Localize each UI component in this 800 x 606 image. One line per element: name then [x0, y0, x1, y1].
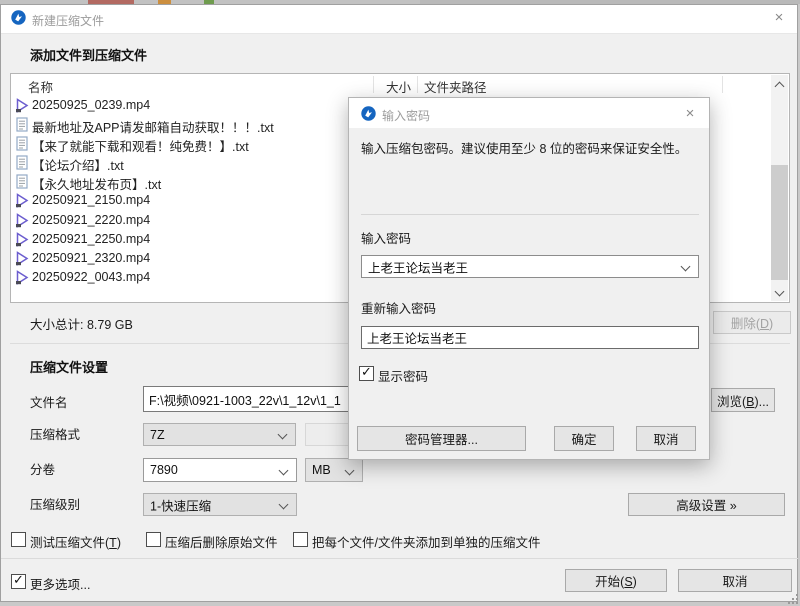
- volume-label: 分卷: [30, 463, 56, 477]
- total-size-label: 大小总计: 8.79 GB: [30, 318, 133, 332]
- video-file-icon: [16, 251, 29, 266]
- dialog-close-icon[interactable]: ×: [677, 103, 703, 125]
- file-row[interactable]: 20250921_2250.mp4: [11, 230, 356, 249]
- volume-size-combobox[interactable]: 7890: [143, 458, 297, 482]
- delete-after-checkbox[interactable]: [146, 532, 161, 547]
- column-divider[interactable]: [722, 76, 723, 93]
- chevron-down-icon: [344, 465, 355, 476]
- vertical-scrollbar[interactable]: [771, 75, 788, 301]
- password-dialog: 输入密码 × 输入压缩包密码。建议使用至少 8 位的密码来保证安全性。 输入密码…: [348, 97, 710, 460]
- video-file-icon: [16, 98, 29, 113]
- section-add-files: 添加文件到压缩文件: [30, 48, 148, 63]
- column-divider[interactable]: [417, 76, 418, 93]
- file-row[interactable]: 20250921_2150.mp4: [11, 191, 356, 210]
- video-file-icon: [16, 213, 29, 228]
- dialog-message: 输入压缩包密码。建议使用至少 8 位的密码来保证安全性。: [361, 142, 688, 156]
- dialog-title: 输入密码: [382, 109, 431, 123]
- check-icon: ✓: [361, 364, 372, 379]
- file-row[interactable]: 【论坛介绍】.txt: [11, 153, 356, 173]
- scroll-down-icon: [774, 286, 785, 297]
- video-file-icon: [16, 193, 29, 208]
- confirm-password-label: 重新输入密码: [361, 302, 437, 316]
- check-icon: ✓: [13, 572, 24, 587]
- file-row[interactable]: 【永久地址发布页】.txt: [11, 172, 356, 192]
- format-label: 压缩格式: [30, 428, 81, 442]
- section-archive-settings: 压缩文件设置: [30, 360, 109, 375]
- video-file-icon: [16, 232, 29, 247]
- delete-after-label: 压缩后删除原始文件: [165, 536, 278, 550]
- main-cancel-button[interactable]: 取消: [678, 569, 792, 592]
- more-options-checkbox[interactable]: ✓: [11, 572, 26, 589]
- text-file-icon: [16, 136, 28, 151]
- show-password-checkbox[interactable]: ✓: [359, 364, 374, 381]
- start-button[interactable]: 开始(S): [565, 569, 667, 592]
- file-row[interactable]: 【来了就能下载和观看！纯免费！】.txt: [11, 134, 356, 154]
- column-header-name[interactable]: 名称: [28, 77, 53, 96]
- footer-divider: [1, 558, 798, 559]
- file-row[interactable]: 20250925_0239.mp4: [11, 96, 356, 115]
- app-icon: [11, 10, 26, 25]
- scroll-up-button[interactable]: [771, 75, 788, 92]
- chevron-down-icon: [278, 465, 289, 476]
- file-row[interactable]: 20250921_2220.mp4: [11, 211, 356, 230]
- separate-archives-label: 把每个文件/文件夹添加到单独的压缩文件: [312, 536, 541, 550]
- dialog-app-icon: [361, 106, 376, 121]
- window-close-icon[interactable]: ×: [766, 7, 792, 29]
- text-file-icon: [16, 174, 28, 189]
- file-row[interactable]: 最新地址及APP请发邮箱自动获取！！！.txt: [11, 115, 356, 135]
- chevron-down-icon: [680, 261, 691, 272]
- text-file-icon: [16, 117, 28, 132]
- dialog-cancel-button[interactable]: 取消: [636, 426, 696, 451]
- password-combobox[interactable]: 上老王论坛当老王: [361, 255, 699, 278]
- file-row[interactable]: 20250922_0043.mp4: [11, 268, 356, 287]
- level-label: 压缩级别: [30, 498, 81, 512]
- password-manager-button[interactable]: 密码管理器...: [357, 426, 526, 451]
- chevron-down-icon: [278, 499, 289, 510]
- screen: 新建压缩文件 × 添加文件到压缩文件 名称 大小 文件夹路径 20250925_…: [0, 0, 800, 606]
- ok-button[interactable]: 确定: [554, 426, 614, 451]
- advanced-settings-button[interactable]: 高级设置 »: [628, 493, 785, 516]
- show-password-label: 显示密码: [378, 370, 429, 384]
- test-archive-label: 测试压缩文件(T): [30, 536, 121, 550]
- filename-label: 文件名: [30, 396, 68, 410]
- window-title: 新建压缩文件: [32, 14, 105, 28]
- titlebar-divider: [1, 33, 797, 34]
- column-header-path[interactable]: 文件夹路径: [424, 77, 487, 96]
- column-header-size[interactable]: 大小: [377, 77, 411, 96]
- browse-button[interactable]: 浏览(B)...: [711, 388, 775, 412]
- titlebar: [1, 5, 797, 33]
- text-file-icon: [16, 155, 28, 170]
- column-divider[interactable]: [373, 76, 374, 93]
- scroll-down-button[interactable]: [771, 284, 788, 301]
- chevron-down-icon: [277, 429, 288, 440]
- volume-unit-select[interactable]: MB: [305, 458, 363, 482]
- dialog-divider: [361, 214, 699, 215]
- more-options-label: 更多选项...: [30, 578, 91, 592]
- separate-archives-checkbox[interactable]: [293, 532, 308, 547]
- format-select[interactable]: 7Z: [143, 423, 296, 446]
- level-select[interactable]: 1-快速压缩: [143, 493, 297, 516]
- delete-button[interactable]: 删除(D): [713, 311, 791, 334]
- scroll-up-icon: [774, 81, 785, 92]
- password-label: 输入密码: [361, 232, 412, 246]
- file-row[interactable]: 20250921_2320.mp4: [11, 249, 356, 268]
- resize-grip[interactable]: [786, 592, 798, 604]
- scrollbar-thumb[interactable]: [771, 165, 788, 280]
- video-file-icon: [16, 270, 29, 285]
- test-archive-checkbox[interactable]: [11, 532, 26, 547]
- confirm-password-input[interactable]: 上老王论坛当老王: [361, 326, 699, 349]
